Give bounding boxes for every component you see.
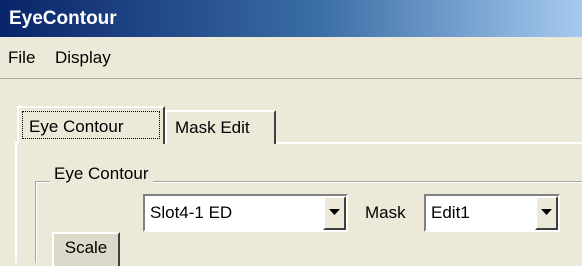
- slot-select-value: Slot4-1 ED: [150, 203, 233, 222]
- mask-label: Mask: [365, 203, 406, 222]
- window-title: EyeContour: [9, 8, 117, 29]
- chevron-down-icon: [329, 209, 340, 215]
- mask-select-value: Edit1: [431, 203, 470, 222]
- tab-eye-contour-label: Eye Contour: [29, 117, 124, 136]
- tab-mask-edit[interactable]: Mask Edit: [165, 110, 276, 144]
- menu-bar: File Display: [0, 37, 582, 79]
- tab-eye-contour[interactable]: Eye Contour: [17, 106, 165, 144]
- slot-dropdown-button[interactable]: [323, 196, 346, 230]
- tab-mask-edit-label: Mask Edit: [175, 118, 250, 137]
- mask-select[interactable]: Edit1: [424, 194, 560, 232]
- menu-file[interactable]: File: [8, 37, 35, 79]
- groupbox-title: Eye Contour: [50, 163, 153, 185]
- title-bar: EyeContour: [0, 0, 582, 37]
- scale-button[interactable]: Scale: [52, 232, 120, 266]
- mask-dropdown-button[interactable]: [535, 196, 558, 230]
- slot-select[interactable]: Slot4-1 ED: [143, 194, 348, 232]
- chevron-down-icon: [541, 209, 552, 215]
- menu-display[interactable]: Display: [55, 37, 111, 79]
